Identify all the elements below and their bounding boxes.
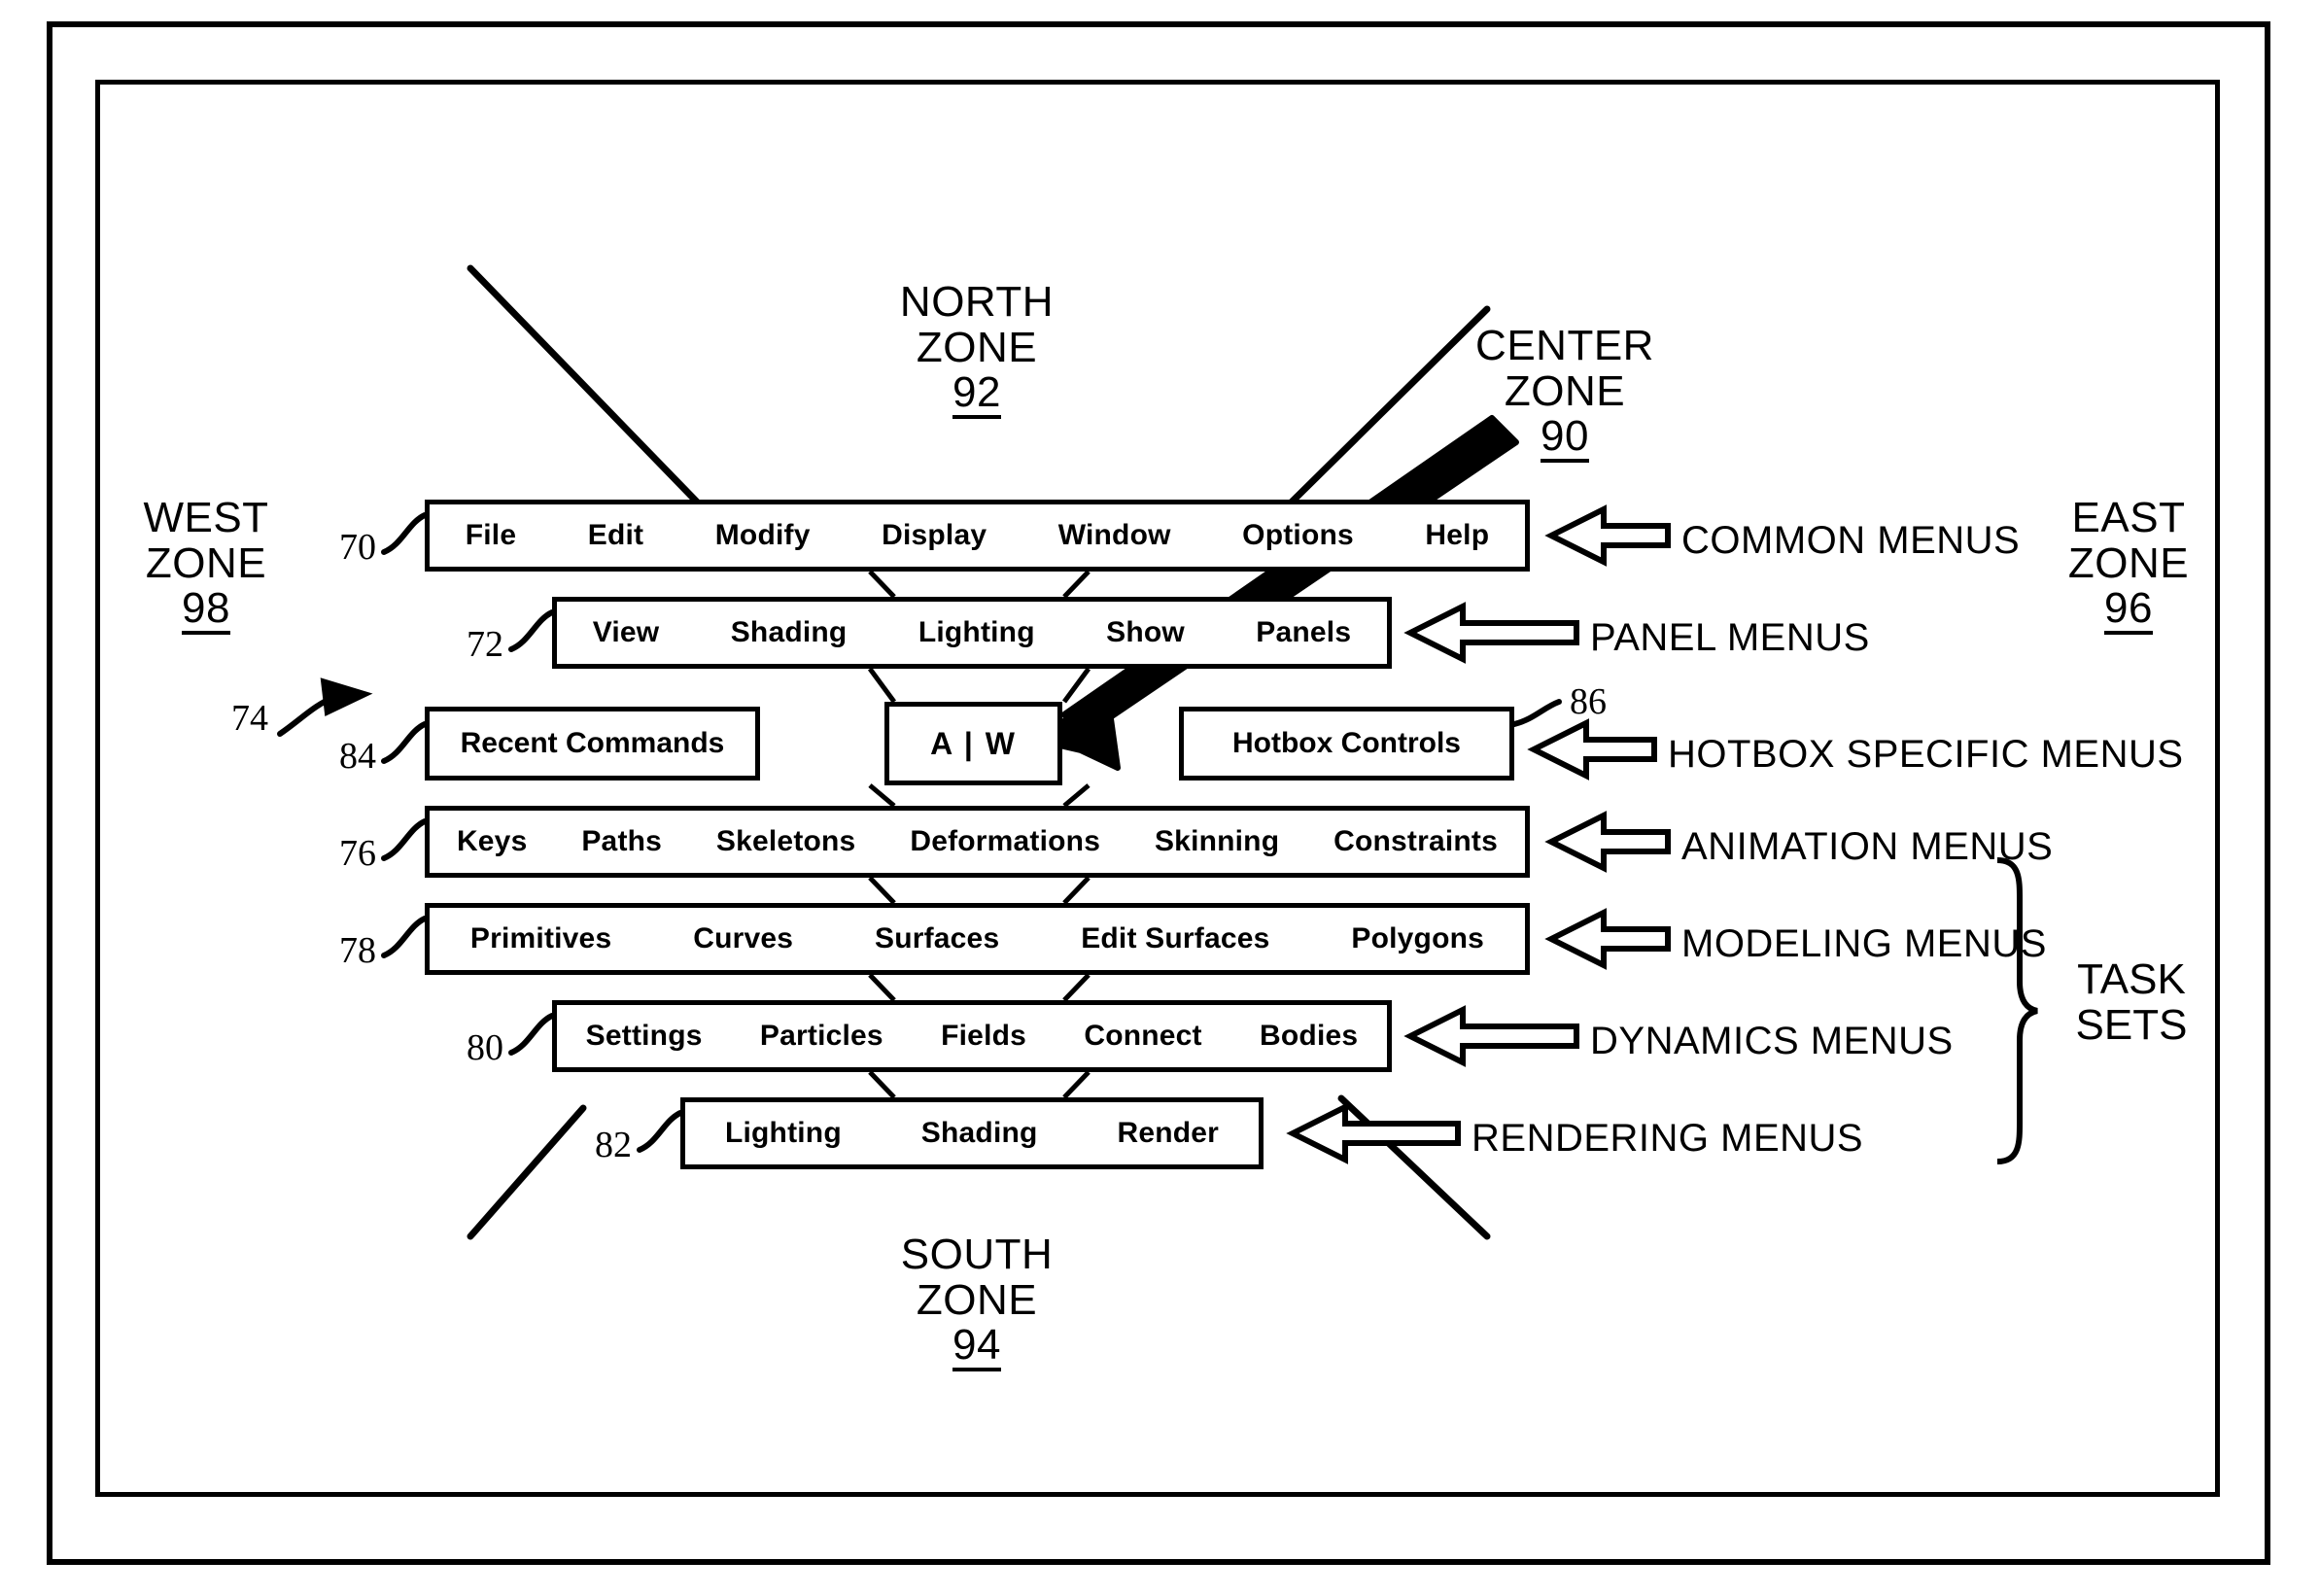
task-sets-line2: SETS bbox=[2075, 1000, 2188, 1049]
center-zone-line2: ZONE bbox=[1504, 366, 1626, 415]
menu-item-help[interactable]: Help bbox=[1421, 519, 1493, 552]
center-zone-num: 90 bbox=[1541, 415, 1589, 464]
panel-menus-bar[interactable]: View Shading Lighting Show Panels bbox=[552, 597, 1392, 669]
animation-menus-annotation: ANIMATION MENUS bbox=[1681, 825, 2054, 868]
north-zone-line2: ZONE bbox=[916, 323, 1038, 371]
menu-item-edit[interactable]: Edit bbox=[584, 519, 647, 552]
aw-label: A | W bbox=[930, 725, 1017, 761]
hotbox-specific-annotation: HOTBOX SPECIFIC MENUS bbox=[1668, 733, 2184, 776]
menu-item-settings[interactable]: Settings bbox=[582, 1020, 707, 1053]
center-zone-label: CENTER ZONE 90 bbox=[1453, 322, 1677, 464]
menu-item-lighting[interactable]: Lighting bbox=[915, 616, 1039, 649]
rendering-menus-annotation: RENDERING MENUS bbox=[1472, 1117, 1864, 1160]
modeling-menus-bar[interactable]: Primitives Curves Surfaces Edit Surfaces… bbox=[425, 903, 1530, 975]
refnum-86: 86 bbox=[1570, 681, 1607, 722]
menu-item-render-lighting[interactable]: Lighting bbox=[721, 1117, 846, 1150]
refnum-82: 82 bbox=[595, 1125, 632, 1165]
menu-item-skeletons[interactable]: Skeletons bbox=[712, 825, 860, 858]
west-zone-num: 98 bbox=[182, 587, 230, 636]
menu-item-bodies[interactable]: Bodies bbox=[1256, 1020, 1362, 1053]
inner-border bbox=[95, 80, 2220, 1497]
task-sets-line1: TASK bbox=[2077, 955, 2186, 1003]
north-zone-line1: NORTH bbox=[899, 278, 1055, 326]
menu-item-surfaces[interactable]: Surfaces bbox=[871, 922, 1003, 955]
menu-item-view[interactable]: View bbox=[589, 616, 664, 649]
refnum-76: 76 bbox=[339, 833, 376, 874]
north-zone-label: NORTH ZONE 92 bbox=[870, 278, 1084, 420]
menu-item-window[interactable]: Window bbox=[1055, 519, 1175, 552]
dynamics-menus-annotation: DYNAMICS MENUS bbox=[1590, 1020, 1954, 1062]
aw-center-box[interactable]: A | W bbox=[884, 702, 1062, 785]
refnum-72: 72 bbox=[467, 624, 503, 665]
menu-item-show[interactable]: Show bbox=[1102, 616, 1189, 649]
modeling-menus-annotation: MODELING MENUS bbox=[1681, 922, 2047, 965]
menu-item-options[interactable]: Options bbox=[1238, 519, 1358, 552]
menu-item-primitives[interactable]: Primitives bbox=[467, 922, 615, 955]
panel-menus-annotation: PANEL MENUS bbox=[1590, 616, 1870, 659]
menu-item-shading[interactable]: Shading bbox=[727, 616, 851, 649]
common-menus-annotation: COMMON MENUS bbox=[1681, 519, 2021, 562]
refnum-70: 70 bbox=[339, 527, 376, 568]
refnum-80: 80 bbox=[467, 1027, 503, 1068]
menu-item-display[interactable]: Display bbox=[878, 519, 990, 552]
menu-item-fields[interactable]: Fields bbox=[937, 1020, 1030, 1053]
east-zone-line2: ZONE bbox=[2067, 538, 2190, 587]
menu-item-particles[interactable]: Particles bbox=[756, 1020, 887, 1053]
menu-item-panels[interactable]: Panels bbox=[1252, 616, 1355, 649]
recent-commands-box[interactable]: Recent Commands bbox=[425, 707, 760, 781]
south-zone-line2: ZONE bbox=[916, 1275, 1038, 1324]
menu-item-render[interactable]: Render bbox=[1113, 1117, 1223, 1150]
menu-item-curves[interactable]: Curves bbox=[689, 922, 797, 955]
north-zone-num: 92 bbox=[952, 371, 1001, 420]
center-zone-line1: CENTER bbox=[1475, 322, 1654, 369]
menu-item-connect[interactable]: Connect bbox=[1080, 1020, 1205, 1053]
refnum-78: 78 bbox=[339, 930, 376, 971]
menu-item-keys[interactable]: Keys bbox=[453, 825, 532, 858]
west-zone-line2: ZONE bbox=[145, 538, 267, 587]
common-menus-bar[interactable]: File Edit Modify Display Window Options … bbox=[425, 500, 1530, 572]
recent-commands-label: Recent Commands bbox=[460, 727, 725, 759]
menu-item-edit-surfaces[interactable]: Edit Surfaces bbox=[1077, 922, 1273, 955]
refnum-84: 84 bbox=[339, 736, 376, 777]
menu-item-paths[interactable]: Paths bbox=[577, 825, 666, 858]
east-zone-label: EAST ZONE 96 bbox=[2031, 494, 2226, 636]
menu-item-constraints[interactable]: Constraints bbox=[1330, 825, 1502, 858]
menu-item-file[interactable]: File bbox=[462, 519, 520, 552]
east-zone-line1: EAST bbox=[2071, 494, 2186, 541]
south-zone-num: 94 bbox=[952, 1324, 1001, 1372]
menu-item-deformations[interactable]: Deformations bbox=[906, 825, 1104, 858]
west-zone-label: WEST ZONE 98 bbox=[109, 494, 303, 636]
hotbox-controls-box[interactable]: Hotbox Controls bbox=[1179, 707, 1514, 781]
refnum-74: 74 bbox=[231, 698, 268, 739]
west-zone-line1: WEST bbox=[143, 494, 269, 541]
figure-canvas: File Edit Modify Display Window Options … bbox=[0, 0, 2320, 1596]
dynamics-menus-bar[interactable]: Settings Particles Fields Connect Bodies bbox=[552, 1000, 1392, 1072]
menu-item-skinning[interactable]: Skinning bbox=[1151, 825, 1283, 858]
east-zone-num: 96 bbox=[2104, 587, 2153, 636]
task-sets-label: TASK SETS bbox=[2049, 955, 2214, 1049]
south-zone-line1: SOUTH bbox=[900, 1231, 1054, 1278]
rendering-menus-bar[interactable]: Lighting Shading Render bbox=[680, 1097, 1264, 1169]
menu-item-polygons[interactable]: Polygons bbox=[1347, 922, 1488, 955]
hotbox-controls-label: Hotbox Controls bbox=[1232, 727, 1461, 759]
menu-item-modify[interactable]: Modify bbox=[711, 519, 814, 552]
south-zone-label: SOUTH ZONE 94 bbox=[870, 1231, 1084, 1372]
menu-item-render-shading[interactable]: Shading bbox=[918, 1117, 1042, 1150]
animation-menus-bar[interactable]: Keys Paths Skeletons Deformations Skinni… bbox=[425, 806, 1530, 878]
